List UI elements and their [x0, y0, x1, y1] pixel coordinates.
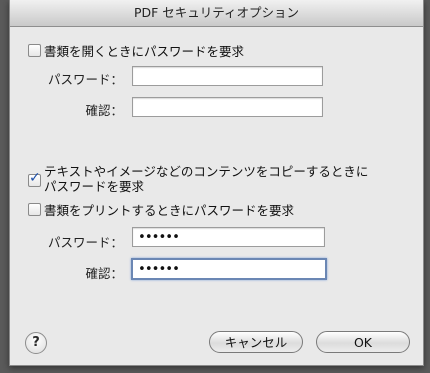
open-password-field[interactable]: [132, 66, 323, 86]
pdf-security-options-dialog: PDF セキュリティオプション 書類を開くときにパスワードを要求 パスワード： …: [9, 0, 424, 366]
require-print-password-checkbox[interactable]: [28, 203, 41, 216]
open-confirm-field[interactable]: [132, 97, 323, 117]
require-print-password-row[interactable]: 書類をプリントするときにパスワードを要求: [28, 200, 294, 219]
help-button[interactable]: ?: [25, 332, 47, 354]
require-open-password-checkbox[interactable]: [28, 44, 41, 57]
dialog-title: PDF セキュリティオプション: [10, 0, 423, 27]
require-copy-password-label-line1: テキストやイメージなどのコンテンツをコピーするときに: [44, 164, 369, 179]
require-print-password-label: 書類をプリントするときにパスワードを要求: [44, 203, 295, 218]
permissions-password-field[interactable]: ••••••: [132, 227, 325, 247]
require-copy-password-label-line2: パスワードを要求: [44, 179, 145, 194]
require-copy-password-row[interactable]: テキストやイメージなどのコンテンツをコピーするときに パスワードを要求: [28, 164, 368, 194]
permissions-confirm-label: 確認：: [85, 266, 123, 281]
open-password-label: パスワード：: [47, 72, 123, 87]
require-copy-password-checkbox[interactable]: [28, 170, 41, 187]
open-confirm-label: 確認：: [85, 103, 123, 118]
require-open-password-label: 書類を開くときにパスワードを要求: [44, 44, 245, 59]
permissions-password-label: パスワード：: [47, 235, 123, 250]
permissions-confirm-field[interactable]: ••••••: [131, 258, 327, 280]
cancel-button[interactable]: キャンセル: [209, 331, 303, 353]
require-open-password-row[interactable]: 書類を開くときにパスワードを要求: [28, 41, 244, 60]
ok-button[interactable]: OK: [316, 331, 410, 353]
